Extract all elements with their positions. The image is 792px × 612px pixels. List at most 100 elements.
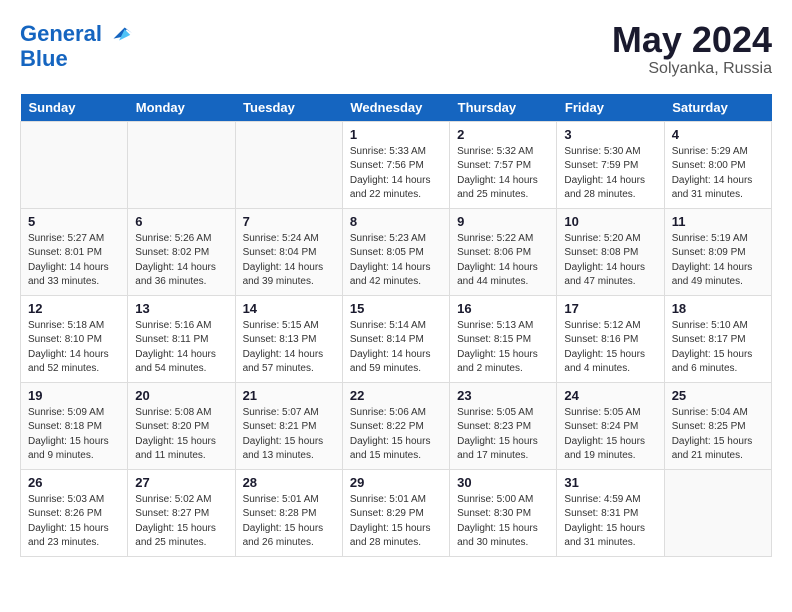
calendar-cell: 15Sunrise: 5:14 AMSunset: 8:14 PMDayligh… bbox=[342, 295, 449, 382]
logo-blue: Blue bbox=[20, 48, 134, 70]
calendar-cell: 30 Sunrise: 5:00 AMSunset: 8:30 PMDayligh… bbox=[450, 469, 557, 556]
day-info: Sunrise: 5:27 AMSunset: 8:01 PMDaylight:… bbox=[28, 232, 120, 290]
day-info: Sunrise: 5:03 AMSunset: 8:26 PMDaylight:… bbox=[28, 493, 120, 551]
day-number: 30 bbox=[457, 475, 549, 490]
calendar-cell: 9Sunrise: 5:22 AMSunset: 8:06 PMDaylight… bbox=[450, 208, 557, 295]
calendar-cell: 19Sunrise: 5:09 AMSunset: 8:18 PMDayligh… bbox=[21, 382, 128, 469]
day-info: Sunrise: 5:29 AMSunset: 8:00 PMDaylight:… bbox=[672, 145, 764, 203]
day-number: 17 bbox=[564, 301, 656, 316]
header-wednesday: Wednesday bbox=[342, 94, 449, 122]
day-number: 14 bbox=[243, 301, 335, 316]
calendar-cell: 26 Sunrise: 5:03 AMSunset: 8:26 PMDayligh… bbox=[21, 469, 128, 556]
calendar-cell: 12 Sunrise: 5:18 AMSunset: 8:10 PMDayligh… bbox=[21, 295, 128, 382]
day-info: Sunrise: 5:16 AMSunset: 8:11 PMDaylight:… bbox=[135, 319, 227, 377]
day-number: 21 bbox=[243, 388, 335, 403]
calendar-cell: 20 Sunrise: 5:08 AMSunset: 8:20 PMDayligh… bbox=[128, 382, 235, 469]
day-number: 19 bbox=[28, 388, 120, 403]
day-info: Sunrise: 5:01 AMSunset: 8:29 PMDaylight:… bbox=[350, 493, 442, 551]
day-number: 31 bbox=[564, 475, 656, 490]
header-saturday: Saturday bbox=[664, 94, 771, 122]
day-info: Sunrise: 5:01 AMSunset: 8:28 PMDaylight:… bbox=[243, 493, 335, 551]
logo-general: General bbox=[20, 21, 102, 46]
calendar-cell: 16 Sunrise: 5:13 AMSunset: 8:15 PMDayligh… bbox=[450, 295, 557, 382]
calendar-cell bbox=[21, 121, 128, 208]
day-info: Sunrise: 5:15 AMSunset: 8:13 PMDaylight:… bbox=[243, 319, 335, 377]
page-header: General Blue May 2024 Solyanka, Russia bbox=[20, 20, 772, 78]
logo: General Blue bbox=[20, 20, 134, 70]
day-info: Sunrise: 5:18 AMSunset: 8:10 PMDaylight:… bbox=[28, 319, 120, 377]
week-row-1: 1 Sunrise: 5:33 AMSunset: 7:56 PMDaylight… bbox=[21, 121, 772, 208]
day-number: 11 bbox=[672, 214, 764, 229]
calendar-cell bbox=[235, 121, 342, 208]
calendar-cell: 14 Sunrise: 5:15 AMSunset: 8:13 PMDayligh… bbox=[235, 295, 342, 382]
calendar-cell: 8 Sunrise: 5:23 AMSunset: 8:05 PMDaylight… bbox=[342, 208, 449, 295]
day-number: 12 bbox=[28, 301, 120, 316]
day-info: Sunrise: 5:05 AMSunset: 8:23 PMDaylight:… bbox=[457, 406, 549, 464]
day-number: 28 bbox=[243, 475, 335, 490]
calendar-table: SundayMondayTuesdayWednesdayThursdayFrid… bbox=[20, 94, 772, 557]
day-number: 27 bbox=[135, 475, 227, 490]
day-number: 23 bbox=[457, 388, 549, 403]
calendar-cell: 2 Sunrise: 5:32 AMSunset: 7:57 PMDaylight… bbox=[450, 121, 557, 208]
day-number: 7 bbox=[243, 214, 335, 229]
logo-bird-icon bbox=[106, 20, 134, 48]
day-info: Sunrise: 5:00 AMSunset: 8:30 PMDaylight:… bbox=[457, 493, 549, 551]
day-number: 8 bbox=[350, 214, 442, 229]
calendar-cell: 23 Sunrise: 5:05 AMSunset: 8:23 PMDayligh… bbox=[450, 382, 557, 469]
day-info: Sunrise: 5:23 AMSunset: 8:05 PMDaylight:… bbox=[350, 232, 442, 290]
calendar-cell bbox=[664, 469, 771, 556]
day-info: Sunrise: 5:22 AMSunset: 8:06 PMDaylight:… bbox=[457, 232, 549, 290]
day-number: 6 bbox=[135, 214, 227, 229]
week-row-5: 26 Sunrise: 5:03 AMSunset: 8:26 PMDayligh… bbox=[21, 469, 772, 556]
calendar-cell: 4Sunrise: 5:29 AMSunset: 8:00 PMDaylight… bbox=[664, 121, 771, 208]
calendar-cell: 31Sunrise: 4:59 AMSunset: 8:31 PMDayligh… bbox=[557, 469, 664, 556]
calendar-cell: 6 Sunrise: 5:26 AMSunset: 8:02 PMDaylight… bbox=[128, 208, 235, 295]
header-friday: Friday bbox=[557, 94, 664, 122]
day-number: 10 bbox=[564, 214, 656, 229]
header-row: SundayMondayTuesdayWednesdayThursdayFrid… bbox=[21, 94, 772, 122]
day-number: 18 bbox=[672, 301, 764, 316]
day-number: 2 bbox=[457, 127, 549, 142]
day-info: Sunrise: 5:08 AMSunset: 8:20 PMDaylight:… bbox=[135, 406, 227, 464]
calendar-cell: 11 Sunrise: 5:19 AMSunset: 8:09 PMDayligh… bbox=[664, 208, 771, 295]
calendar-cell: 1 Sunrise: 5:33 AMSunset: 7:56 PMDaylight… bbox=[342, 121, 449, 208]
calendar-cell bbox=[128, 121, 235, 208]
day-info: Sunrise: 5:13 AMSunset: 8:15 PMDaylight:… bbox=[457, 319, 549, 377]
day-info: Sunrise: 5:06 AMSunset: 8:22 PMDaylight:… bbox=[350, 406, 442, 464]
day-number: 16 bbox=[457, 301, 549, 316]
day-number: 13 bbox=[135, 301, 227, 316]
day-info: Sunrise: 5:24 AMSunset: 8:04 PMDaylight:… bbox=[243, 232, 335, 290]
calendar-cell: 13 Sunrise: 5:16 AMSunset: 8:11 PMDayligh… bbox=[128, 295, 235, 382]
calendar-cell: 22Sunrise: 5:06 AMSunset: 8:22 PMDayligh… bbox=[342, 382, 449, 469]
day-info: Sunrise: 5:26 AMSunset: 8:02 PMDaylight:… bbox=[135, 232, 227, 290]
day-number: 26 bbox=[28, 475, 120, 490]
calendar-cell: 17 Sunrise: 5:12 AMSunset: 8:16 PMDayligh… bbox=[557, 295, 664, 382]
month-title: May 2024 bbox=[612, 20, 772, 60]
calendar-cell: 25Sunrise: 5:04 AMSunset: 8:25 PMDayligh… bbox=[664, 382, 771, 469]
day-info: Sunrise: 5:32 AMSunset: 7:57 PMDaylight:… bbox=[457, 145, 549, 203]
day-number: 1 bbox=[350, 127, 442, 142]
calendar-cell: 21 Sunrise: 5:07 AMSunset: 8:21 PMDayligh… bbox=[235, 382, 342, 469]
day-info: Sunrise: 5:07 AMSunset: 8:21 PMDaylight:… bbox=[243, 406, 335, 464]
header-monday: Monday bbox=[128, 94, 235, 122]
day-info: Sunrise: 5:10 AMSunset: 8:17 PMDaylight:… bbox=[672, 319, 764, 377]
day-number: 20 bbox=[135, 388, 227, 403]
calendar-cell: 7 Sunrise: 5:24 AMSunset: 8:04 PMDaylight… bbox=[235, 208, 342, 295]
calendar-cell: 3Sunrise: 5:30 AMSunset: 7:59 PMDaylight… bbox=[557, 121, 664, 208]
calendar-cell: 29Sunrise: 5:01 AMSunset: 8:29 PMDayligh… bbox=[342, 469, 449, 556]
calendar-cell: 10Sunrise: 5:20 AMSunset: 8:08 PMDayligh… bbox=[557, 208, 664, 295]
week-row-4: 19Sunrise: 5:09 AMSunset: 8:18 PMDayligh… bbox=[21, 382, 772, 469]
day-info: Sunrise: 5:12 AMSunset: 8:16 PMDaylight:… bbox=[564, 319, 656, 377]
day-info: Sunrise: 5:05 AMSunset: 8:24 PMDaylight:… bbox=[564, 406, 656, 464]
header-tuesday: Tuesday bbox=[235, 94, 342, 122]
calendar-cell: 18 Sunrise: 5:10 AMSunset: 8:17 PMDayligh… bbox=[664, 295, 771, 382]
day-info: Sunrise: 5:14 AMSunset: 8:14 PMDaylight:… bbox=[350, 319, 442, 377]
header-sunday: Sunday bbox=[21, 94, 128, 122]
day-info: Sunrise: 5:33 AMSunset: 7:56 PMDaylight:… bbox=[350, 145, 442, 203]
week-row-3: 12 Sunrise: 5:18 AMSunset: 8:10 PMDayligh… bbox=[21, 295, 772, 382]
day-info: Sunrise: 5:02 AMSunset: 8:27 PMDaylight:… bbox=[135, 493, 227, 551]
day-number: 25 bbox=[672, 388, 764, 403]
calendar-cell: 27 Sunrise: 5:02 AMSunset: 8:27 PMDayligh… bbox=[128, 469, 235, 556]
week-row-2: 5Sunrise: 5:27 AMSunset: 8:01 PMDaylight… bbox=[21, 208, 772, 295]
day-info: Sunrise: 5:19 AMSunset: 8:09 PMDaylight:… bbox=[672, 232, 764, 290]
